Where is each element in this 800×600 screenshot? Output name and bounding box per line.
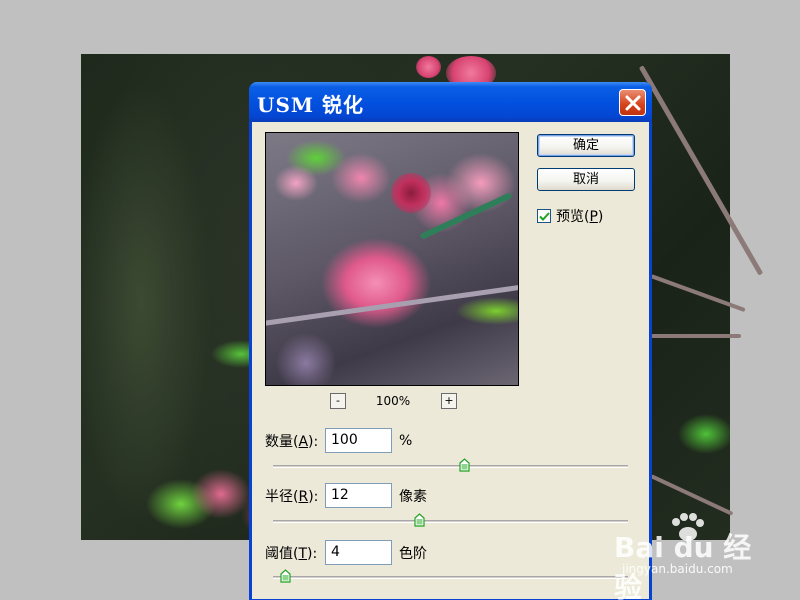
photo-flower (416, 56, 441, 78)
zoom-in-button[interactable]: + (441, 393, 457, 409)
preview-stem (419, 192, 513, 240)
radius-slider-thumb[interactable] (414, 513, 425, 527)
threshold-slider-thumb[interactable] (280, 569, 291, 583)
threshold-label: 阈值(T): (265, 543, 325, 563)
amount-slider-track (273, 465, 628, 468)
threshold-unit: 色阶 (399, 545, 427, 562)
threshold-row: 阈值(T): 4 色阶 (265, 540, 427, 565)
checkmark-icon (539, 212, 550, 221)
zoom-controls: - 100% + (330, 393, 460, 411)
radius-slider-track (273, 520, 628, 523)
threshold-input[interactable]: 4 (325, 540, 392, 565)
amount-input[interactable]: 100 (325, 428, 392, 453)
preview-checkbox[interactable] (537, 209, 551, 223)
preview-flower-center (391, 173, 431, 213)
amount-slider[interactable] (273, 458, 628, 475)
threshold-label-suffix: ): (307, 545, 318, 562)
radius-label: 半径(R): (265, 486, 325, 506)
dialog-title: USM 锐化 (257, 93, 364, 117)
threshold-slider[interactable] (273, 569, 628, 586)
preview-label-key: P (589, 209, 598, 225)
radius-slider[interactable] (273, 513, 628, 530)
amount-label-suffix: ): (308, 433, 319, 450)
close-icon (625, 95, 641, 111)
amount-label-prefix: 数量( (265, 433, 299, 450)
radius-input[interactable]: 12 (325, 483, 392, 508)
preview-label: 预览(P) (556, 206, 603, 226)
radius-unit: 像素 (399, 488, 427, 505)
radius-label-suffix: ): (308, 488, 319, 505)
zoom-level: 100% (375, 394, 411, 408)
radius-label-key: R (298, 488, 309, 505)
preview-branch (266, 284, 518, 327)
threshold-slider-track (273, 576, 628, 579)
threshold-label-prefix: 阈值( (265, 545, 299, 562)
dialog-titlebar[interactable]: USM 锐化 (249, 82, 652, 122)
ok-button[interactable]: 确定 (537, 134, 635, 157)
preview-image[interactable] (265, 132, 519, 386)
radius-label-prefix: 半径( (265, 488, 299, 505)
photo-branch (641, 334, 741, 338)
cancel-button[interactable]: 取消 (537, 168, 635, 191)
preview-label-suffix: ) (597, 209, 604, 225)
preview-label-prefix: 预览( (556, 209, 590, 225)
watermark-url: jingyan.baidu.com (622, 562, 733, 576)
radius-row: 半径(R): 12 像素 (265, 483, 427, 508)
baidu-watermark: Bai du 经验 jingyan.baidu.com (612, 512, 762, 600)
usm-sharpen-dialog: USM 锐化 确定 取消 预览(P) - 100% + 数量(A): 100 % (249, 82, 652, 600)
amount-label-key: A (298, 433, 309, 450)
zoom-out-button[interactable]: - (330, 393, 346, 409)
photo-branch (650, 474, 734, 516)
amount-slider-thumb[interactable] (459, 458, 470, 472)
amount-label: 数量(A): (265, 431, 325, 451)
close-button[interactable] (619, 89, 646, 116)
photo-branch (638, 65, 764, 276)
amount-unit: % (399, 432, 413, 449)
threshold-label-key: T (298, 545, 308, 562)
amount-row: 数量(A): 100 % (265, 428, 412, 453)
preview-checkbox-row[interactable]: 预览(P) (537, 206, 603, 226)
photo-branch (650, 274, 746, 313)
